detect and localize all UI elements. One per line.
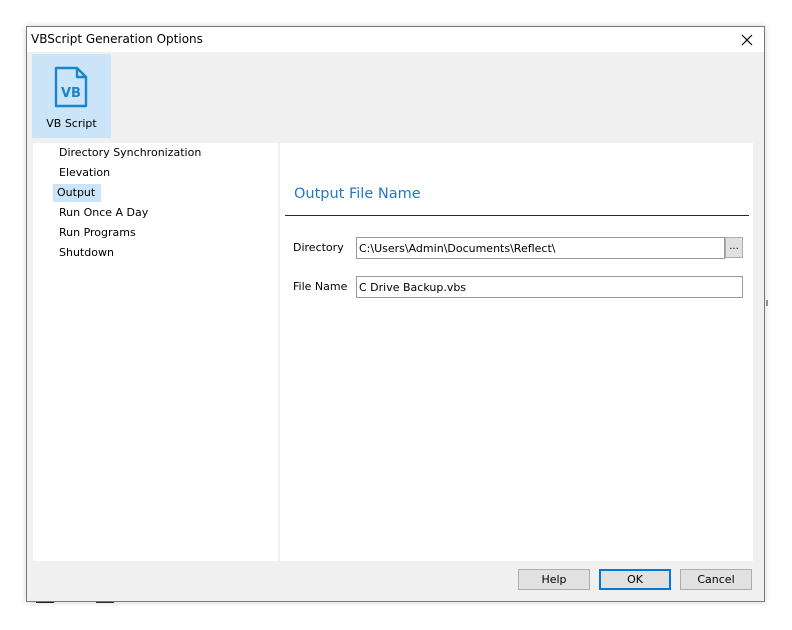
toolbar: VB VB Script — [27, 52, 764, 142]
toolbar-item-vb-script[interactable]: VB VB Script — [32, 54, 111, 138]
cancel-button[interactable]: Cancel — [680, 569, 752, 590]
nav-item-shutdown[interactable]: Shutdown — [55, 244, 118, 262]
window-title: VBScript Generation Options — [31, 32, 203, 46]
vb-script-file-icon: VB — [54, 66, 88, 108]
output-settings-panel: Output File Name Directory ... File Name — [280, 143, 753, 561]
nav-item-run-programs[interactable]: Run Programs — [55, 224, 140, 242]
vbscript-options-dialog: VBScript Generation Options VB VB Script… — [26, 26, 765, 602]
help-button[interactable]: Help — [518, 569, 590, 590]
background-fragment — [766, 300, 768, 306]
close-button[interactable] — [730, 27, 764, 52]
close-icon — [741, 34, 753, 45]
nav-item-elevation[interactable]: Elevation — [55, 164, 114, 182]
nav-item-output[interactable]: Output — [53, 184, 102, 202]
ok-button[interactable]: OK — [599, 569, 671, 590]
file-name-label: File Name — [293, 280, 348, 293]
nav-item-directory-synchronization[interactable]: Directory Synchronization — [55, 144, 205, 162]
file-name-input[interactable] — [356, 276, 743, 298]
directory-label: Directory — [293, 241, 344, 254]
nav-item-run-once-a-day[interactable]: Run Once A Day — [55, 204, 152, 222]
section-divider — [285, 215, 749, 216]
directory-input[interactable] — [356, 237, 725, 259]
section-heading: Output File Name — [294, 186, 421, 202]
vb-icon-text: VB — [61, 86, 81, 101]
title-bar: VBScript Generation Options — [27, 27, 764, 52]
options-nav-panel: Directory Synchronization Elevation Outp… — [33, 143, 278, 561]
toolbar-item-label: VB Script — [46, 117, 97, 130]
browse-directory-button[interactable]: ... — [725, 237, 743, 258]
